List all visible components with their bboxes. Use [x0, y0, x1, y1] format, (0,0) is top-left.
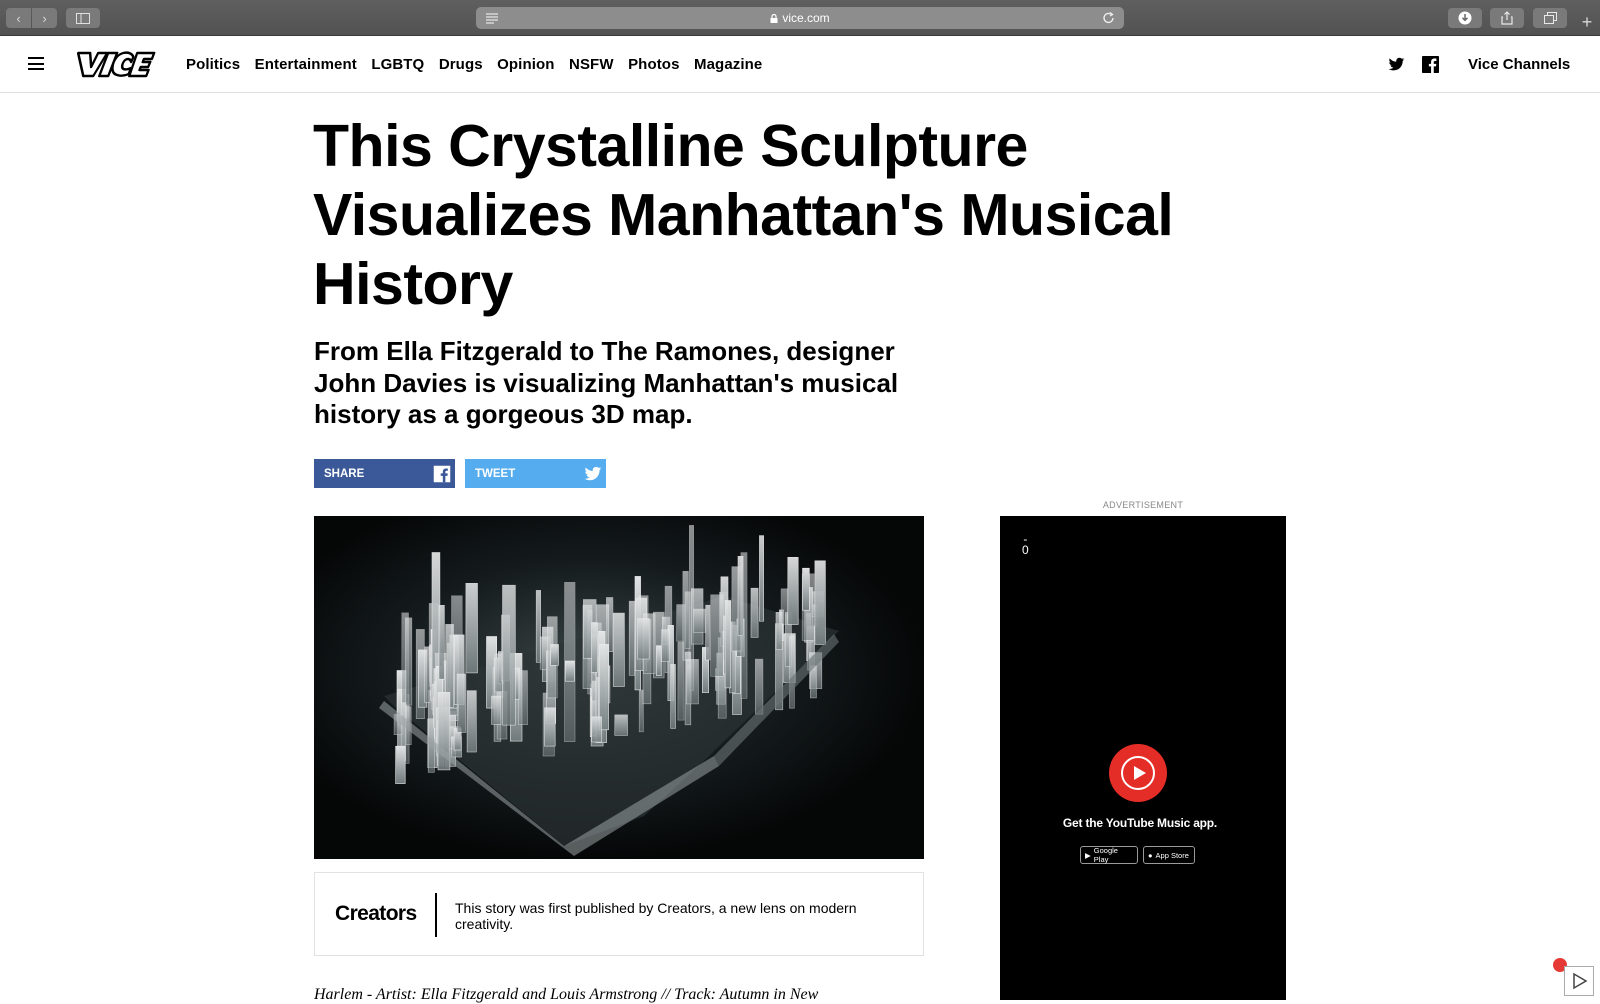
vice-logo[interactable]	[71, 49, 157, 79]
lock-icon	[770, 13, 778, 23]
crystal-tower	[518, 670, 528, 726]
crystal-tower	[775, 612, 783, 650]
crystal-tower	[465, 583, 478, 674]
ad-counter: -0	[1022, 532, 1029, 557]
crystal-tower	[544, 707, 556, 747]
facebook-icon	[433, 465, 451, 482]
share-icon	[1501, 11, 1513, 25]
address-bar[interactable]: vice.com	[476, 7, 1124, 29]
crystal-tower	[789, 635, 795, 709]
play-store-icon: ▶	[1085, 850, 1091, 860]
crystal-tower	[456, 673, 467, 733]
hero-image	[314, 516, 924, 859]
crystal-tower	[759, 535, 764, 622]
share-label: SHARE	[324, 467, 365, 480]
sidebar-toggle-button[interactable]	[66, 8, 100, 28]
crystal-tower	[405, 617, 413, 706]
nav-item-magazine[interactable]: Magazine	[694, 56, 762, 73]
crystal-tower	[750, 587, 759, 638]
plus-icon: +	[1581, 11, 1593, 32]
tabs-overview-button[interactable]	[1533, 8, 1567, 28]
adchoices-icon	[1573, 972, 1588, 990]
reader-icon[interactable]	[484, 11, 500, 25]
crystal-tower	[710, 594, 724, 677]
youtube-music-ad[interactable]: -0 Get the YouTube Music app. ▶ Google P…	[1000, 516, 1286, 1000]
facebook-share-button[interactable]: SHARE	[314, 459, 455, 488]
downloads-button[interactable]	[1448, 8, 1482, 28]
creators-logo[interactable]: Creators	[335, 902, 417, 926]
crystal-tower	[438, 605, 445, 680]
reload-icon[interactable]	[1102, 11, 1116, 25]
share-button[interactable]	[1490, 8, 1524, 28]
creators-note: Creators This story was first published …	[314, 872, 924, 956]
crystal-tower	[724, 600, 732, 689]
crystal-tower	[466, 690, 477, 753]
twitter-icon[interactable]	[1388, 56, 1405, 73]
image-caption: Harlem - Artist: Ella Fitzgerald and Lou…	[314, 986, 819, 1003]
crystal-tower	[670, 664, 676, 729]
app-store-badge[interactable]: ● App Store	[1143, 846, 1195, 864]
crystal-tower	[637, 618, 650, 660]
tweet-label: TWEET	[475, 467, 516, 480]
crystal-tower	[740, 552, 748, 699]
sidebar-icon	[76, 12, 90, 24]
article-dek: From Ella Fitzgerald to The Ramones, des…	[314, 336, 899, 429]
chevron-right-icon: ›	[42, 10, 47, 26]
browser-toolbar: ‹ › vice.com +	[0, 0, 1600, 36]
divider	[435, 893, 437, 937]
twitter-share-button[interactable]: TWEET	[465, 459, 606, 488]
main-nav: Politics Entertainment LGBTQ Drugs Opini…	[186, 36, 777, 93]
crystal-tower	[628, 600, 635, 676]
crystal-tower	[502, 584, 516, 726]
crystal-tower	[550, 644, 559, 666]
apple-icon: ●	[1148, 850, 1153, 860]
site-header: Politics Entertainment LGBTQ Drugs Opini…	[0, 36, 1600, 93]
ad-headline: Get the YouTube Music app.	[1062, 816, 1218, 830]
crystal-tower	[395, 745, 406, 784]
download-icon	[1458, 11, 1472, 25]
new-tab-button[interactable]: +	[1576, 10, 1598, 34]
crystal-tower	[612, 612, 625, 687]
nav-item-entertainment[interactable]: Entertainment	[255, 56, 357, 73]
nav-item-photos[interactable]: Photos	[628, 56, 679, 73]
tabs-icon	[1543, 12, 1557, 24]
back-button[interactable]: ‹	[6, 8, 31, 28]
crystal-tower	[754, 658, 764, 715]
creators-note-text: This story was first published by Creato…	[455, 900, 857, 932]
crystal-tower	[802, 567, 810, 611]
crystal-sculpture-image	[314, 516, 924, 859]
crystal-tower	[491, 695, 502, 725]
crystal-tower	[656, 645, 662, 676]
hamburger-menu-icon[interactable]	[28, 57, 44, 70]
crystal-tower	[677, 641, 685, 721]
crystal-tower	[564, 660, 575, 682]
facebook-icon[interactable]	[1422, 56, 1439, 73]
nav-item-drugs[interactable]: Drugs	[439, 56, 483, 73]
nav-item-opinion[interactable]: Opinion	[497, 56, 554, 73]
youtube-music-logo-icon[interactable]	[1109, 744, 1167, 802]
nav-item-lgbtq[interactable]: LGBTQ	[371, 56, 424, 73]
crystal-tower	[661, 629, 670, 662]
crystal-tower	[685, 659, 699, 705]
url-text: vice.com	[782, 11, 830, 25]
forward-button[interactable]: ›	[32, 8, 57, 28]
crystal-tower	[424, 646, 431, 703]
chevron-left-icon: ‹	[16, 10, 21, 26]
vice-channels-link[interactable]: Vice Channels	[1468, 36, 1570, 93]
nav-item-politics[interactable]: Politics	[186, 56, 240, 73]
crystal-tower	[591, 716, 602, 743]
crystal-tower	[814, 560, 826, 645]
crystal-tower	[591, 622, 598, 673]
adchoices-button[interactable]	[1564, 966, 1594, 996]
crystal-tower	[705, 604, 711, 661]
google-play-badge[interactable]: ▶ Google Play	[1080, 846, 1138, 864]
crystal-tower	[614, 714, 628, 736]
nav-item-nsfw[interactable]: NSFW	[569, 56, 614, 73]
ad-label: ADVERTISEMENT	[1102, 500, 1184, 510]
article-title: This Crystalline Sculpture Visualizes Ma…	[313, 113, 1174, 317]
crystal-tower	[787, 556, 799, 625]
twitter-icon	[584, 466, 602, 480]
crystal-tower	[693, 608, 706, 633]
